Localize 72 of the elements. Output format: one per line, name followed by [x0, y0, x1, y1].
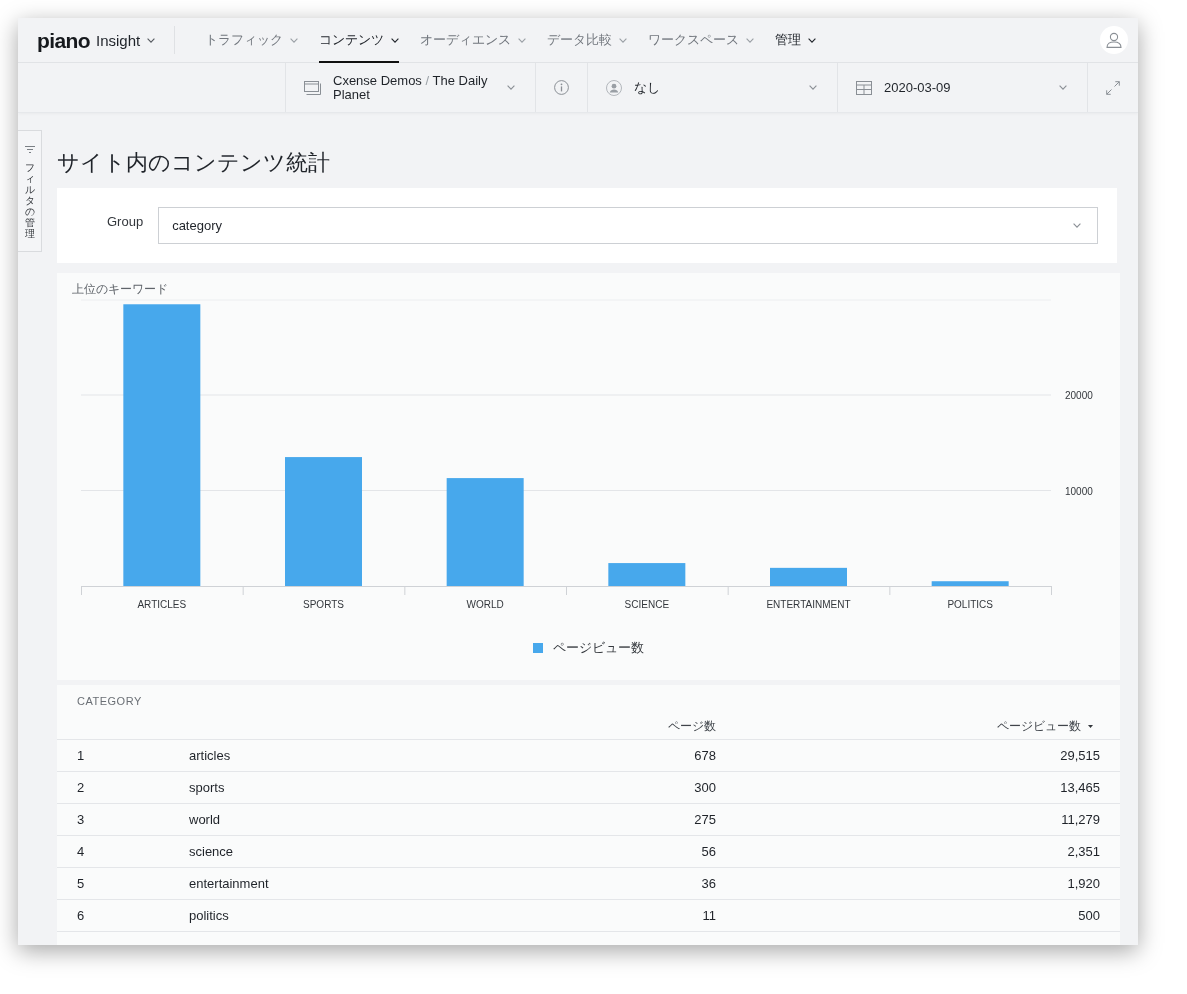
table-cell: 11 — [702, 908, 716, 923]
caret-icon — [808, 37, 817, 43]
caret-icon — [1059, 85, 1067, 90]
category-label: ENTERTAINMENT — [766, 599, 851, 610]
page-title: サイト内のコンテンツ統計 — [57, 149, 331, 177]
date-picker[interactable]: 2020-03-09 — [837, 63, 1087, 112]
user-filter-select[interactable]: なし — [587, 63, 837, 112]
table-cell: 678 — [694, 748, 716, 763]
column-header[interactable]: ページビュー数 — [997, 718, 1100, 735]
chart-title: 上位のキーワード — [72, 282, 168, 296]
caret-icon — [391, 37, 400, 43]
table-cell: 275 — [694, 812, 716, 827]
nav-tab[interactable]: ワークスペース — [648, 18, 755, 63]
brand-logo: piano — [37, 29, 90, 51]
caret-icon — [1073, 223, 1081, 228]
table-cell: 56 — [701, 844, 716, 859]
caret-icon — [518, 37, 527, 43]
user-circle-icon — [606, 79, 622, 96]
axis-tick-label: 20000 — [1065, 390, 1093, 401]
field-label: Group — [107, 214, 144, 229]
caret-icon — [290, 37, 299, 43]
filter-panel-tab[interactable]: フィルタの管理 — [18, 130, 42, 252]
filter-icon — [24, 146, 35, 153]
legend-label: ページビュー数 — [553, 639, 644, 657]
site-selector[interactable]: Cxense Demos / The Daily Planet — [285, 63, 535, 112]
table-cell: 5 — [77, 876, 85, 891]
table-cell: 36 — [701, 876, 716, 891]
category-label: SPORTS — [303, 599, 344, 610]
expand-icon — [1106, 80, 1120, 95]
product-menu-button[interactable]: Insight — [96, 31, 156, 49]
user-icon — [1106, 32, 1122, 48]
calendar-icon — [856, 80, 872, 95]
category-label: ARTICLES — [137, 599, 187, 610]
column-header[interactable]: ページ数 — [668, 718, 716, 735]
group-select[interactable]: category — [158, 207, 1098, 244]
nav-tab[interactable]: オーディエンス — [420, 18, 527, 63]
table-cell: 6 — [77, 908, 85, 923]
nav-tab[interactable]: コンテンツ — [319, 18, 400, 63]
nav-tab[interactable]: 管理 — [775, 18, 817, 63]
caret-icon — [809, 85, 817, 90]
table-cell: sports — [189, 780, 225, 795]
caret-icon — [619, 37, 628, 43]
table-cell: 500 — [1078, 908, 1100, 923]
nav-tab[interactable]: データ比較 — [547, 18, 628, 63]
category-label: SCIENCE — [624, 599, 670, 610]
caret-icon — [147, 37, 156, 43]
table-cell: 300 — [694, 780, 716, 795]
table-cell: entertainment — [189, 876, 269, 891]
table-cell: world — [189, 812, 221, 827]
table-cell: articles — [189, 748, 231, 763]
caret-down-icon — [1088, 725, 1093, 728]
table-cell: 2 — [77, 780, 85, 795]
table-cell: 29,515 — [1060, 748, 1100, 763]
windows-icon — [304, 80, 321, 95]
table-cell: 3 — [77, 812, 85, 827]
table-cell: 4 — [77, 844, 85, 859]
table-cell: 11,279 — [1061, 812, 1100, 827]
nav-tab[interactable]: トラフィック — [205, 18, 299, 63]
info-icon — [554, 80, 569, 95]
caret-icon — [507, 85, 515, 90]
table-cell: 1 — [77, 748, 85, 763]
table-cell: 1,920 — [1067, 876, 1100, 891]
table-cell: science — [189, 844, 234, 859]
category-label: POLITICS — [947, 599, 993, 610]
caret-icon — [746, 37, 755, 43]
table-cell: politics — [189, 908, 229, 923]
axis-tick-label: 10000 — [1065, 485, 1093, 497]
category-label: WORLD — [466, 599, 504, 610]
table-cell: 13,465 — [1060, 780, 1100, 795]
table-label: CATEGORY — [77, 695, 142, 707]
profile-button[interactable] — [1100, 26, 1128, 54]
table-cell: 2,351 — [1067, 844, 1100, 859]
